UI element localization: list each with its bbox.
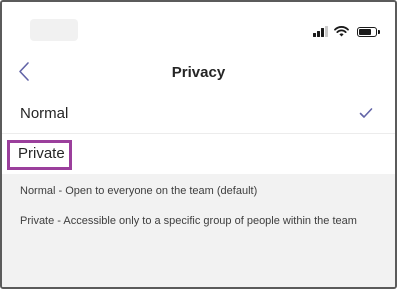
checkmark-icon <box>359 108 373 118</box>
option-normal-label: Normal <box>20 104 69 122</box>
status-bar <box>2 2 395 54</box>
page-title: Privacy <box>171 64 226 81</box>
wifi-icon <box>334 26 349 37</box>
nav-bar: Privacy <box>2 54 395 94</box>
option-normal[interactable]: Normal <box>2 93 395 134</box>
description-normal: Normal - Open to everyone on the team (d… <box>20 185 258 197</box>
status-time-area <box>30 19 78 41</box>
option-descriptions: Normal - Open to everyone on the team (d… <box>2 174 395 287</box>
option-private-label: Private <box>18 144 65 162</box>
option-private[interactable]: Private <box>2 134 395 174</box>
privacy-options: Normal Private <box>2 93 395 174</box>
battery-icon <box>357 27 380 37</box>
phone-screen: Privacy Normal Private Normal - Open to … <box>0 0 397 289</box>
status-icons <box>313 26 380 37</box>
description-private: Private - Accessible only to a specific … <box>20 215 357 227</box>
signal-icon <box>313 26 328 37</box>
